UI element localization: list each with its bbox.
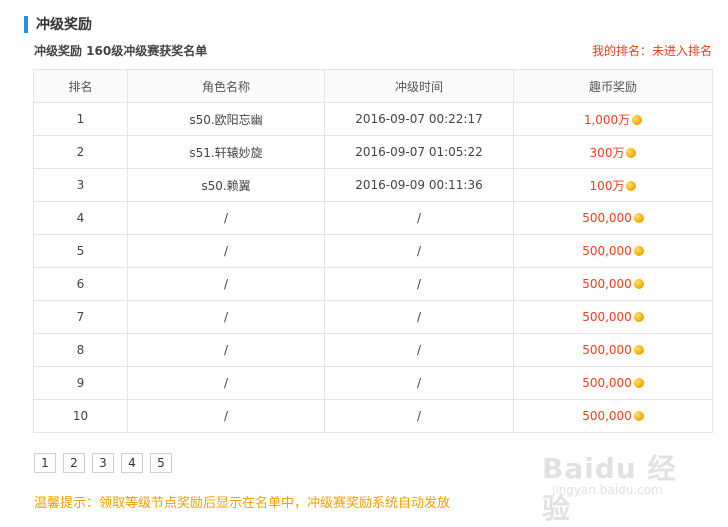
- my-rank-status: 我的排名：未进入排名: [591, 44, 712, 58]
- reward-cell: 500,000: [513, 234, 713, 268]
- role-name-cell: /: [127, 267, 325, 301]
- list-subtitle: 冲级奖励 160级冲级赛获奖名单: [34, 44, 208, 58]
- role-name-cell: /: [127, 333, 325, 367]
- coin-icon: [633, 378, 644, 388]
- reward-amount: 500,000: [582, 277, 632, 291]
- level-time-cell: /: [324, 333, 514, 367]
- rank-cell: 6: [33, 267, 128, 301]
- table-row: 1 s50.欧阳忘幽 2016-09-07 00:22:17 1,000万: [33, 102, 713, 136]
- role-name-cell: /: [127, 234, 325, 268]
- page-4-button[interactable]: 4: [121, 453, 143, 473]
- header-rank: 排名: [33, 69, 128, 103]
- reward-cell: 500,000: [513, 333, 713, 367]
- role-name-cell: s50.欧阳忘幽: [127, 102, 325, 136]
- level-time-cell: /: [324, 366, 514, 400]
- reward-cell: 500,000: [513, 300, 713, 334]
- table-row: 3 s50.赖翼 2016-09-09 00:11:36 100万: [33, 168, 713, 202]
- pagination: 1 2 3 4 5: [34, 453, 172, 473]
- warm-tip: 温馨提示：领取等级节点奖励后显示在名单中，冲级赛奖励系统自动发放: [34, 496, 451, 511]
- ranking-table: 排名 角色名称 冲级时间 趣币奖励 1 s50.欧阳忘幽 2016-09-07 00…: [33, 69, 713, 433]
- level-time-cell: /: [324, 300, 514, 334]
- reward-cell: 100万: [513, 168, 713, 202]
- table-row: 8//500,000: [33, 333, 713, 367]
- reward-amount: 1,000万: [583, 112, 631, 127]
- level-time-cell: /: [324, 267, 514, 301]
- table-row: 7//500,000: [33, 300, 713, 334]
- coin-icon: [633, 345, 644, 355]
- level-time-cell: 2016-09-07 00:22:17: [324, 102, 514, 136]
- header-role-name: 角色名称: [127, 69, 325, 103]
- watermark-logo-text: Baidu 经验: [542, 452, 677, 525]
- page-1-button[interactable]: 1: [34, 453, 56, 473]
- reward-amount: 500,000: [582, 310, 632, 324]
- level-time-cell: /: [324, 399, 514, 433]
- page-5-button[interactable]: 5: [150, 453, 172, 473]
- coin-icon: [633, 312, 644, 322]
- reward-amount: 300万: [589, 145, 625, 160]
- table-row: 9//500,000: [33, 366, 713, 400]
- header-reward: 趣币奖励: [513, 69, 713, 103]
- header-level-time: 冲级时间: [324, 69, 514, 103]
- reward-amount: 500,000: [582, 343, 632, 357]
- reward-amount: 500,000: [582, 376, 632, 390]
- rank-cell: 7: [33, 300, 128, 334]
- rank-cell: 5: [33, 234, 128, 268]
- rank-cell: 2: [33, 135, 128, 169]
- reward-cell: 500,000: [513, 399, 713, 433]
- coin-icon: [633, 213, 644, 223]
- reward-amount: 500,000: [582, 211, 632, 225]
- reward-cell: 300万: [513, 135, 713, 169]
- reward-cell: 500,000: [513, 201, 713, 235]
- rank-cell: 4: [33, 201, 128, 235]
- coin-icon: [626, 180, 637, 191]
- level-time-cell: /: [324, 201, 514, 235]
- ranking-table-body: 1 s50.欧阳忘幽 2016-09-07 00:22:17 1,000万 2 s51.轩…: [33, 102, 713, 433]
- table-row: 2 s51.轩辕妙旋 2016-09-07 01:05:22 300万: [33, 135, 713, 169]
- reward-amount: 500,000: [582, 409, 632, 423]
- rank-cell: 9: [33, 366, 128, 400]
- table-row: 5//500,000: [33, 234, 713, 268]
- table-row: 10//500,000: [33, 399, 713, 433]
- coin-icon: [633, 279, 644, 289]
- role-name-cell: s51.轩辕妙旋: [127, 135, 325, 169]
- reward-amount: 500,000: [582, 244, 632, 258]
- coin-icon: [633, 411, 644, 421]
- role-name-cell: /: [127, 201, 325, 235]
- role-name-cell: /: [127, 366, 325, 400]
- rank-cell: 8: [33, 333, 128, 367]
- table-header-row: 排名 角色名称 冲级时间 趣币奖励: [33, 69, 713, 103]
- watermark-url: jingyan.baidu.com: [552, 483, 663, 497]
- section-title-text: 冲级奖励: [36, 17, 92, 33]
- reward-cell: 500,000: [513, 267, 713, 301]
- section-accent-bar: [24, 15, 28, 33]
- coin-icon: [626, 147, 637, 158]
- role-name-cell: /: [127, 399, 325, 433]
- coin-icon: [632, 114, 643, 125]
- role-name-cell: s50.赖翼: [127, 168, 325, 202]
- reward-cell: 500,000: [513, 366, 713, 400]
- level-time-cell: /: [324, 234, 514, 268]
- page-2-button[interactable]: 2: [63, 453, 85, 473]
- table-row: 6//500,000: [33, 267, 713, 301]
- coin-icon: [633, 246, 644, 256]
- role-name-cell: /: [127, 300, 325, 334]
- rank-cell: 10: [33, 399, 128, 433]
- section-title: 冲级奖励: [24, 14, 92, 34]
- rank-cell: 1: [33, 102, 128, 136]
- table-row: 4//500,000: [33, 201, 713, 235]
- reward-cell: 1,000万: [513, 102, 713, 136]
- level-time-cell: 2016-09-07 01:05:22: [324, 135, 514, 169]
- rank-cell: 3: [33, 168, 128, 202]
- baidu-jingyan-watermark: Baidu 经验 jingyan.baidu.com: [542, 447, 692, 525]
- reward-amount: 100万: [589, 178, 625, 193]
- level-time-cell: 2016-09-09 00:11:36: [324, 168, 514, 202]
- page-3-button[interactable]: 3: [92, 453, 114, 473]
